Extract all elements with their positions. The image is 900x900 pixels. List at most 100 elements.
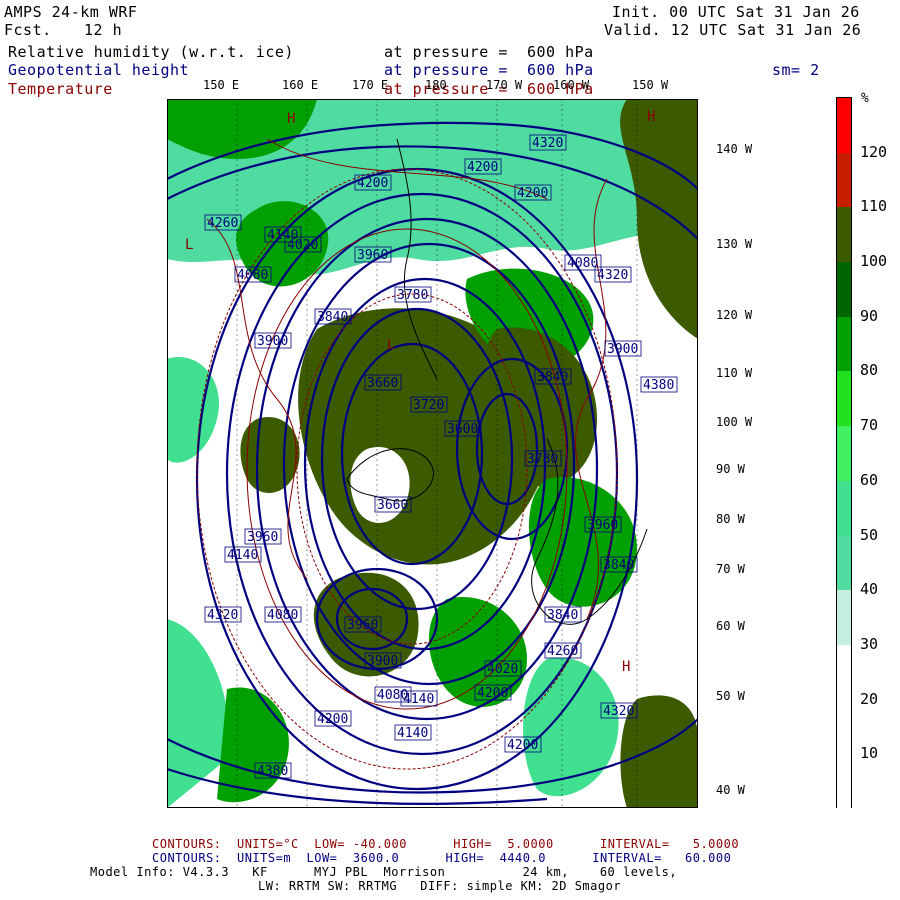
height-label: 4080 xyxy=(267,608,298,623)
lon-label: 150 E xyxy=(203,78,240,92)
height-label: 3840 xyxy=(317,310,348,325)
init-time: Init. 00 UTC Sat 31 Jan 26 xyxy=(612,3,860,21)
height-label: 4200 xyxy=(517,186,548,201)
height-label: 3660 xyxy=(377,498,408,513)
height-label: 3960 xyxy=(347,618,378,633)
colorbar-label: 30 xyxy=(860,634,879,653)
lat-label: 100 W xyxy=(716,415,753,429)
colorbar-segment xyxy=(837,371,851,427)
lon-label: 160 W xyxy=(553,78,590,92)
height-label: 3960 xyxy=(587,518,618,533)
height-label: 4380 xyxy=(643,378,674,393)
lat-label: 70 W xyxy=(716,562,745,576)
height-label: 4320 xyxy=(207,608,238,623)
high-marker: H xyxy=(287,111,295,127)
valid-time: Valid. 12 UTC Sat 31 Jan 26 xyxy=(604,21,862,39)
height-label: 3780 xyxy=(397,288,428,303)
smooth-label: sm= 2 xyxy=(772,61,820,79)
lat-label: 140 W xyxy=(716,142,753,156)
height-label: 3900 xyxy=(367,654,398,669)
height-label: 3780 xyxy=(527,452,558,467)
colorbar-label: 120 xyxy=(860,142,888,161)
colorbar-segment xyxy=(837,316,851,372)
height-label: 4320 xyxy=(597,268,628,283)
field-temp-name: Temperature xyxy=(8,80,113,98)
height-label: 4080 xyxy=(377,688,408,703)
colorbar-segment xyxy=(837,426,851,482)
field-rh-name: Relative humidity (w.r.t. ice) xyxy=(8,43,294,61)
low-marker: L xyxy=(185,237,193,253)
height-label: 4020 xyxy=(487,662,518,677)
height-label: 3720 xyxy=(413,398,444,413)
lat-label: 60 W xyxy=(716,619,745,633)
lat-label: 80 W xyxy=(716,512,745,526)
height-contour-info: CONTOURS: UNITS=m LOW= 3600.0 HIGH= 4440… xyxy=(152,851,732,865)
height-label: 3660 xyxy=(367,376,398,391)
colorbar-label: 80 xyxy=(860,361,879,380)
height-label: 4200 xyxy=(357,176,388,191)
height-label: 4260 xyxy=(547,644,578,659)
low-marker: L xyxy=(387,337,395,353)
height-label: 4140 xyxy=(227,548,258,563)
colorbar-label: 40 xyxy=(860,580,879,599)
colorbar-segment xyxy=(837,98,851,154)
lon-label: 150 W xyxy=(632,78,669,92)
temp-contour-info: CONTOURS: UNITS=°C LOW= -40.000 HIGH= 5.… xyxy=(152,837,740,851)
fcst-value: 12 h xyxy=(84,21,123,39)
height-label: 4200 xyxy=(477,686,508,701)
colorbar-segment xyxy=(837,699,851,755)
colorbar-label: 10 xyxy=(860,744,879,763)
height-label: 3840 xyxy=(603,558,634,573)
fcst-label: Fcst. xyxy=(4,21,52,39)
height-label: 4080 xyxy=(237,268,268,283)
height-label: 3900 xyxy=(257,334,288,349)
height-label: 4380 xyxy=(257,764,288,779)
height-label: 3960 xyxy=(357,248,388,263)
lat-label: 90 W xyxy=(716,462,745,476)
colorbar-label: 70 xyxy=(860,416,879,435)
high-marker: H xyxy=(622,659,630,675)
colorbar-segment xyxy=(837,207,851,263)
height-label: 3840 xyxy=(537,370,568,385)
lat-label: 120 W xyxy=(716,308,753,322)
field-gh-name: Geopotential height xyxy=(8,61,190,79)
model-info-2: LW: RRTM SW: RRTMG DIFF: simple KM: 2D S… xyxy=(258,879,622,893)
lat-label: 50 W xyxy=(716,689,745,703)
lon-label: 180 xyxy=(425,78,447,92)
colorbar-segment xyxy=(837,644,851,701)
colorbar-label: 90 xyxy=(860,306,879,325)
height-label: 4320 xyxy=(532,136,563,151)
height-label: 3960 xyxy=(247,530,278,545)
height-label: 4080 xyxy=(567,256,598,271)
height-label: 4020 xyxy=(287,238,318,253)
model-title: AMPS 24-km WRF xyxy=(4,3,138,21)
height-label: 4200 xyxy=(467,160,498,175)
lon-label: 170 E xyxy=(352,78,389,92)
height-label: 4200 xyxy=(317,712,348,727)
colorbar-segment xyxy=(837,754,851,810)
high-marker: H xyxy=(647,109,655,125)
height-label: 4260 xyxy=(207,216,238,231)
height-label: 3600 xyxy=(447,422,478,437)
lat-label: 130 W xyxy=(716,237,753,251)
colorbar-label: 20 xyxy=(860,689,879,708)
height-label: 4140 xyxy=(397,726,428,741)
colorbar-segment xyxy=(837,152,851,208)
colorbar-label: 50 xyxy=(860,525,879,544)
field-rh-level: at pressure = 600 hPa xyxy=(384,43,594,61)
colorbar-label: 100 xyxy=(860,252,888,271)
height-label: 3900 xyxy=(607,342,638,357)
colorbar-unit: % xyxy=(861,91,869,106)
weather-map[interactable]: 4320 4200 4200 4260 4140 4080 4200 3960 4020 4080… xyxy=(167,99,698,808)
height-label: 4200 xyxy=(507,738,538,753)
colorbar-segment xyxy=(837,590,851,646)
colorbar-label: 110 xyxy=(860,197,888,216)
lat-label: 110 W xyxy=(716,366,753,380)
lon-label: 170 W xyxy=(486,78,523,92)
height-label: 4320 xyxy=(603,704,634,719)
lon-label: 160 E xyxy=(282,78,319,92)
colorbar-label: 60 xyxy=(860,470,879,489)
colorbar-segment xyxy=(837,262,851,318)
height-label: 3840 xyxy=(547,608,578,623)
colorbar-segment xyxy=(837,480,851,537)
